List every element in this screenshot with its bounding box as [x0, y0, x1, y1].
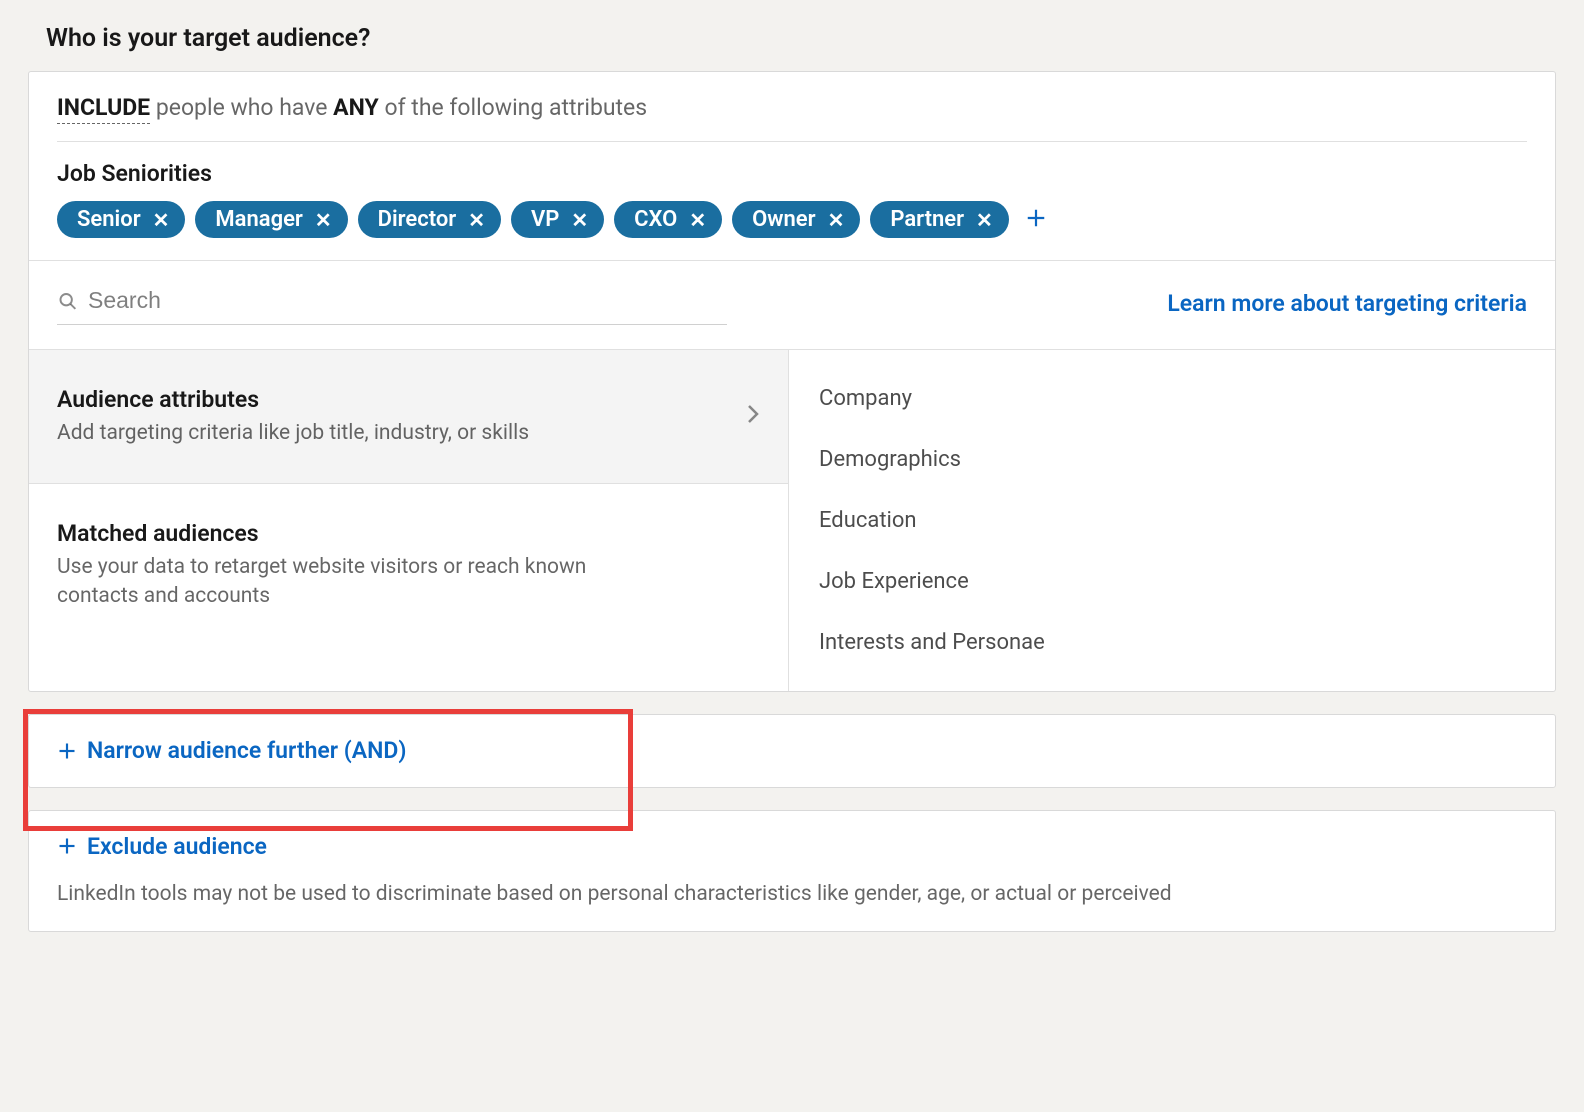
chip-label: Director — [378, 207, 457, 232]
page-title: Who is your target audience? — [46, 24, 1556, 53]
left-item-title: Matched audiences — [57, 520, 617, 547]
add-chip-button[interactable] — [1019, 205, 1053, 235]
include-statement: INCLUDE people who have ANY of the follo… — [57, 94, 1527, 127]
left-item-title: Audience attributes — [57, 386, 529, 413]
exclude-audience-card: Exclude audience LinkedIn tools may not … — [28, 810, 1556, 933]
category-title: Job Seniorities — [57, 160, 1527, 187]
include-text-1: people who have — [150, 94, 333, 121]
close-icon[interactable]: ✕ — [828, 210, 845, 230]
close-icon[interactable]: ✕ — [315, 210, 332, 230]
exclude-audience-button[interactable]: Exclude audience — [57, 833, 267, 860]
narrow-audience-label: Narrow audience further (AND) — [87, 737, 406, 764]
chip-manager[interactable]: Manager ✕ — [195, 201, 347, 238]
include-text-2: of the following attributes — [379, 94, 647, 121]
left-item-desc: Add targeting criteria like job title, i… — [57, 419, 529, 447]
chip-row: Senior ✕ Manager ✕ Director ✕ VP ✕ CXO ✕ Owne… — [57, 201, 1527, 238]
close-icon[interactable]: ✕ — [571, 210, 588, 230]
chip-label: VP — [531, 207, 559, 232]
close-icon[interactable]: ✕ — [976, 210, 993, 230]
chip-cxo[interactable]: CXO ✕ — [614, 201, 722, 238]
chip-partner[interactable]: Partner ✕ — [870, 201, 1008, 238]
category-demographics[interactable]: Demographics — [789, 429, 1555, 490]
any-keyword: ANY — [333, 94, 379, 121]
close-icon[interactable]: ✕ — [468, 210, 485, 230]
plus-icon — [57, 741, 77, 761]
divider — [57, 141, 1527, 142]
attribute-selector: Audience attributes Add targeting criter… — [29, 349, 1555, 691]
plus-icon — [1025, 207, 1047, 229]
chip-label: Senior — [77, 207, 141, 232]
plus-icon — [57, 836, 77, 856]
audience-attributes-tab[interactable]: Audience attributes Add targeting criter… — [29, 350, 788, 484]
search-row: Learn more about targeting criteria — [29, 260, 1555, 349]
chevron-right-icon — [746, 402, 760, 432]
category-job-experience[interactable]: Job Experience — [789, 551, 1555, 612]
category-interests-personae[interactable]: Interests and Personae — [789, 612, 1555, 673]
search-wrap[interactable] — [57, 281, 727, 325]
chip-label: CXO — [634, 207, 677, 232]
include-keyword[interactable]: INCLUDE — [57, 94, 150, 124]
chip-label: Owner — [752, 207, 815, 232]
search-icon — [57, 290, 78, 312]
chip-senior[interactable]: Senior ✕ — [57, 201, 185, 238]
chip-director[interactable]: Director ✕ — [358, 201, 501, 238]
chip-label: Partner — [890, 207, 964, 232]
matched-audiences-tab[interactable]: Matched audiences Use your data to retar… — [29, 484, 788, 646]
chip-vp[interactable]: VP ✕ — [511, 201, 604, 238]
targeting-card: INCLUDE people who have ANY of the follo… — [28, 71, 1556, 692]
left-item-desc: Use your data to retarget website visito… — [57, 553, 617, 610]
close-icon[interactable]: ✕ — [153, 210, 170, 230]
search-input[interactable] — [88, 287, 727, 314]
exclude-audience-label: Exclude audience — [87, 833, 267, 860]
close-icon[interactable]: ✕ — [689, 210, 706, 230]
learn-more-link[interactable]: Learn more about targeting criteria — [1167, 290, 1527, 317]
attribute-category-column: Company Demographics Education Job Exper… — [789, 350, 1555, 691]
category-education[interactable]: Education — [789, 490, 1555, 551]
disclaimer-text: LinkedIn tools may not be used to discri… — [57, 880, 1527, 909]
attribute-type-column: Audience attributes Add targeting criter… — [29, 350, 789, 691]
chip-label: Manager — [215, 207, 302, 232]
narrow-audience-button[interactable]: Narrow audience further (AND) — [57, 737, 406, 764]
category-company[interactable]: Company — [789, 368, 1555, 429]
narrow-audience-card: Narrow audience further (AND) — [28, 714, 1556, 788]
chip-owner[interactable]: Owner ✕ — [732, 201, 860, 238]
